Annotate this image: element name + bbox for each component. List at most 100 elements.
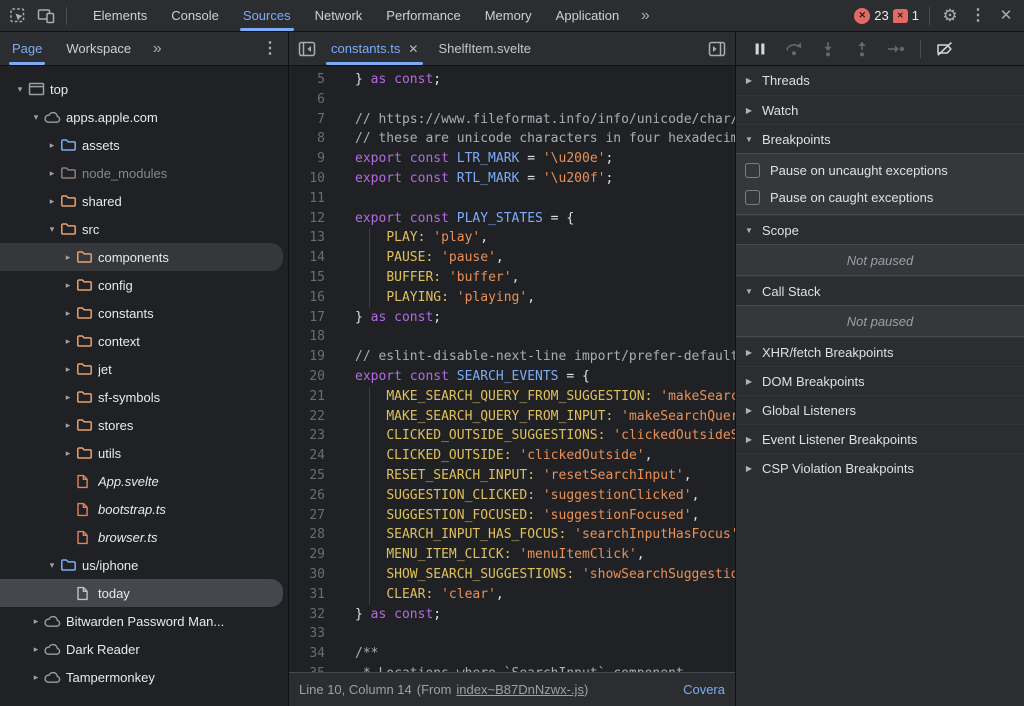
line-number[interactable]: 18: [289, 327, 337, 347]
tree-collapsed-arrow-icon[interactable]: ▸: [28, 644, 44, 655]
checkbox-row-pause-on-caught-exceptions[interactable]: Pause on caught exceptions: [736, 184, 1024, 211]
tree-expanded-arrow-icon[interactable]: ▾: [12, 84, 28, 95]
deactivate-breakpoints-icon[interactable]: [929, 35, 961, 63]
pane-header-xhr-breakpoints[interactable]: ▶ XHR/fetch Breakpoints: [736, 337, 1024, 366]
line-number[interactable]: 21: [289, 387, 337, 407]
tree-collapsed-arrow-icon[interactable]: ▸: [44, 168, 60, 179]
tree-item-browser-ts[interactable]: browser.ts: [0, 523, 288, 551]
close-devtools-icon[interactable]: ✕: [992, 2, 1020, 30]
line-number[interactable]: 7: [289, 110, 337, 130]
line-number[interactable]: 35: [289, 664, 337, 672]
source-file-link[interactable]: index~B87DnNzwx-.js: [456, 682, 584, 697]
tree-collapsed-arrow-icon[interactable]: ▸: [60, 336, 76, 347]
tree-collapsed-arrow-icon[interactable]: ▸: [28, 672, 44, 683]
tree-item-constants[interactable]: ▸ constants: [0, 299, 288, 327]
main-tab-sources[interactable]: Sources: [231, 0, 303, 31]
pane-header-breakpoints[interactable]: ▼ Breakpoints: [736, 124, 1024, 153]
tree-item-us-iphone[interactable]: ▾ us/iphone: [0, 551, 288, 579]
line-number[interactable]: 14: [289, 248, 337, 268]
line-number[interactable]: 26: [289, 486, 337, 506]
main-tab-performance[interactable]: Performance: [374, 0, 472, 31]
tree-collapsed-arrow-icon[interactable]: ▸: [44, 140, 60, 151]
line-number[interactable]: 11: [289, 189, 337, 209]
pane-header-dom-breakpoints[interactable]: ▶ DOM Breakpoints: [736, 366, 1024, 395]
line-number[interactable]: 22: [289, 407, 337, 427]
checkbox[interactable]: [745, 190, 760, 205]
navigator-menu-icon[interactable]: ⋮: [256, 35, 284, 63]
device-toolbar-icon[interactable]: [32, 2, 60, 30]
tree-expanded-arrow-icon[interactable]: ▾: [44, 224, 60, 235]
pane-header-global-listeners[interactable]: ▶ Global Listeners: [736, 395, 1024, 424]
tree-expanded-arrow-icon[interactable]: ▾: [44, 560, 60, 571]
line-number[interactable]: 17: [289, 308, 337, 328]
settings-gear-icon[interactable]: ⚙: [936, 2, 964, 30]
navigator-tab-page[interactable]: Page: [0, 32, 54, 65]
line-number[interactable]: 19: [289, 347, 337, 367]
tree-item-app-svelte[interactable]: App.svelte: [0, 467, 288, 495]
step-into-icon[interactable]: [812, 35, 844, 63]
more-panels-icon[interactable]: »: [631, 2, 659, 30]
tree-item-node-modules[interactable]: ▸ node_modules: [0, 159, 288, 187]
step-out-icon[interactable]: [846, 35, 878, 63]
tree-collapsed-arrow-icon[interactable]: ▸: [60, 308, 76, 319]
line-number[interactable]: 20: [289, 367, 337, 387]
line-number[interactable]: 5: [289, 70, 337, 90]
line-number[interactable]: 12: [289, 209, 337, 229]
line-number[interactable]: 32: [289, 605, 337, 625]
line-number[interactable]: 34: [289, 644, 337, 664]
tree-collapsed-arrow-icon[interactable]: ▸: [28, 616, 44, 627]
line-number[interactable]: 15: [289, 268, 337, 288]
tree-item-dark-reader[interactable]: ▸ Dark Reader: [0, 635, 288, 663]
tree-item-utils[interactable]: ▸ utils: [0, 439, 288, 467]
tree-item-components[interactable]: ▸ components: [0, 243, 283, 271]
pane-header-scope[interactable]: ▼ Scope: [736, 215, 1024, 244]
line-number[interactable]: 8: [289, 129, 337, 149]
tree-item-src[interactable]: ▾ src: [0, 215, 288, 243]
editor-tab-constants-ts[interactable]: constants.ts ✕: [321, 32, 428, 65]
inspect-element-icon[interactable]: [4, 2, 32, 30]
pause-icon[interactable]: [744, 35, 776, 63]
close-tab-icon[interactable]: ✕: [408, 42, 418, 56]
tree-item-jet[interactable]: ▸ jet: [0, 355, 288, 383]
more-options-icon[interactable]: ⋮: [964, 2, 992, 30]
tree-item-bitwarden[interactable]: ▸ Bitwarden Password Man...: [0, 607, 288, 635]
line-number[interactable]: 24: [289, 446, 337, 466]
tree-item-assets[interactable]: ▸ assets: [0, 131, 288, 159]
tree-item-today[interactable]: today: [0, 579, 283, 607]
line-number[interactable]: 27: [289, 506, 337, 526]
main-tab-application[interactable]: Application: [544, 0, 632, 31]
more-navigator-tabs-icon[interactable]: »: [143, 35, 171, 63]
pane-header-watch[interactable]: ▶ Watch: [736, 95, 1024, 124]
tree-collapsed-arrow-icon[interactable]: ▸: [60, 252, 76, 263]
pane-header-csp-violation-breakpoints[interactable]: ▶ CSP Violation Breakpoints: [736, 453, 1024, 482]
line-number[interactable]: 23: [289, 426, 337, 446]
issues-badge[interactable]: ✕ 1: [892, 8, 919, 23]
coverage-link[interactable]: Covera: [683, 682, 725, 697]
tree-collapsed-arrow-icon[interactable]: ▸: [60, 392, 76, 403]
tree-item-tampermonkey[interactable]: ▸ Tampermonkey: [0, 663, 288, 691]
step-icon[interactable]: [880, 35, 912, 63]
tree-collapsed-arrow-icon[interactable]: ▸: [60, 364, 76, 375]
line-number[interactable]: 9: [289, 149, 337, 169]
hide-navigator-icon[interactable]: [293, 35, 321, 63]
console-errors-badge[interactable]: ✕ 23: [854, 7, 889, 24]
checkbox-row-pause-on-uncaught-exceptions[interactable]: Pause on uncaught exceptions: [736, 157, 1024, 184]
tree-item-config[interactable]: ▸ config: [0, 271, 288, 299]
step-over-icon[interactable]: [778, 35, 810, 63]
line-number[interactable]: 6: [289, 90, 337, 110]
tree-item-stores[interactable]: ▸ stores: [0, 411, 288, 439]
tree-item-sf-symbols[interactable]: ▸ sf-symbols: [0, 383, 288, 411]
line-number[interactable]: 16: [289, 288, 337, 308]
tree-item-shared[interactable]: ▸ shared: [0, 187, 288, 215]
main-tab-console[interactable]: Console: [159, 0, 231, 31]
line-number[interactable]: 28: [289, 525, 337, 545]
tree-collapsed-arrow-icon[interactable]: ▸: [60, 280, 76, 291]
pane-header-event-listener-breakpoints[interactable]: ▶ Event Listener Breakpoints: [736, 424, 1024, 453]
line-number[interactable]: 31: [289, 585, 337, 605]
tree-collapsed-arrow-icon[interactable]: ▸: [60, 420, 76, 431]
editor-tab-shelfitem-svelte[interactable]: ShelfItem.svelte: [428, 32, 541, 65]
line-number[interactable]: 29: [289, 545, 337, 565]
tree-collapsed-arrow-icon[interactable]: ▸: [60, 448, 76, 459]
line-number[interactable]: 30: [289, 565, 337, 585]
tree-item-top[interactable]: ▾ top: [0, 75, 288, 103]
